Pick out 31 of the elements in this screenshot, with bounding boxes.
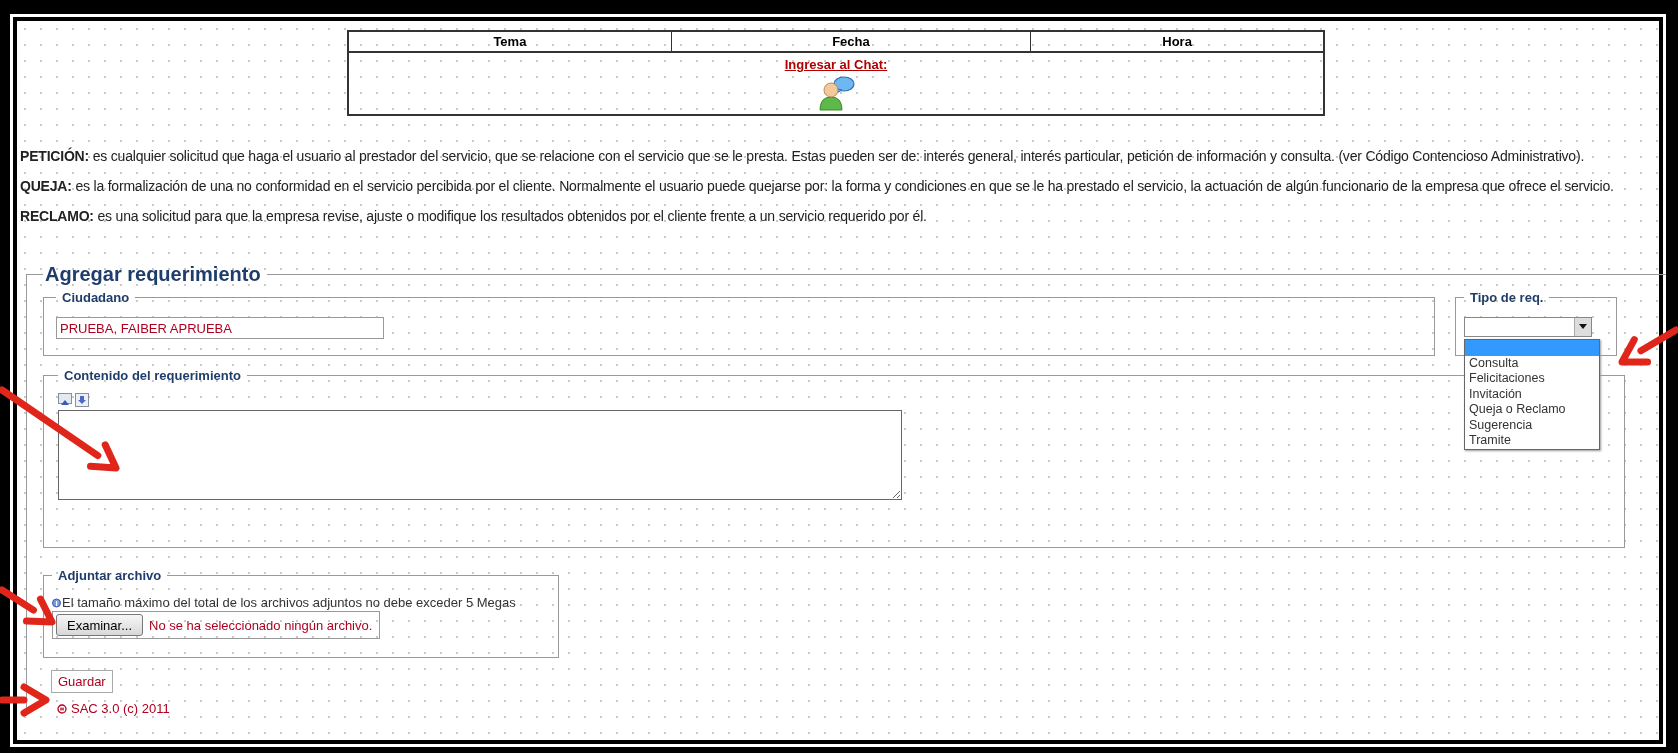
info-icon (52, 596, 61, 609)
column-header: Fecha (671, 31, 1031, 52)
download-icon[interactable] (75, 393, 89, 407)
dropdown-option[interactable]: Felicitaciones (1465, 371, 1599, 387)
column-header: Tema (348, 31, 672, 52)
content-textarea[interactable] (58, 410, 902, 500)
size-limit-note: El tamaño máximo del total de los archivos adjuntos no debe exceder 5 Megas (62, 595, 516, 610)
copyright-icon (57, 703, 67, 714)
dropdown-option[interactable]: Tramite (1465, 433, 1599, 449)
definition-text: RECLAMO: es una solicitud para que la empresa revise, ajuste o modifique los resultados obtenidos por el cliente frente a un servicio requerido por él. (20, 208, 928, 225)
footer-text: SAC 3.0 (c) 2011 (71, 701, 170, 716)
browse-button[interactable]: Examinar... (56, 614, 144, 636)
expand-icon[interactable] (58, 393, 72, 407)
request-type-select[interactable] (1464, 317, 1592, 337)
file-status: No se ha seleccionado ningún archivo. (149, 617, 373, 633)
chat-icon (816, 75, 856, 111)
dropdown-option[interactable]: Sugerencia (1465, 417, 1599, 433)
definition-text: QUEJA: es la formalización de una no conformidad en el servicio percibida por el cliente. Normalmente el usuario puede quejarse por: la forma y condiciones en que se le ha prestado el servicio, la actuación de algún funcionario de la empresa que ofrece el servicio. (20, 178, 1615, 195)
group-legend: Adjuntar archivo (52, 568, 168, 583)
chat-link[interactable]: Ingresar al Chat: (784, 57, 888, 72)
citizen-field[interactable]: PRUEBA, FAIBER APRUEBA (56, 317, 384, 339)
dropdown-option[interactable]: Queja o Reclamo (1465, 402, 1599, 418)
dropdown-option[interactable]: Consulta (1465, 355, 1599, 371)
dropdown-option[interactable]: Invitación (1465, 386, 1599, 402)
group-legend: Tipo de req. (1464, 290, 1550, 305)
save-button[interactable]: Guardar (51, 670, 113, 693)
dropdown-arrow-icon (1579, 324, 1587, 329)
group-legend: Ciudadano (56, 290, 136, 305)
definition-text: PETICIÓN: es cualquier solicitud que haga el usuario al prestador del servicio, que se relacione con el servicio que se le presta. Estas pueden ser de: interés general, interés particular, petición de información y consulta. (ver Código Contencioso Administrativo). (20, 148, 1586, 165)
form-title: Agregar requerimiento (44, 263, 262, 286)
group-legend: Contenido del requerimiento (58, 368, 247, 383)
